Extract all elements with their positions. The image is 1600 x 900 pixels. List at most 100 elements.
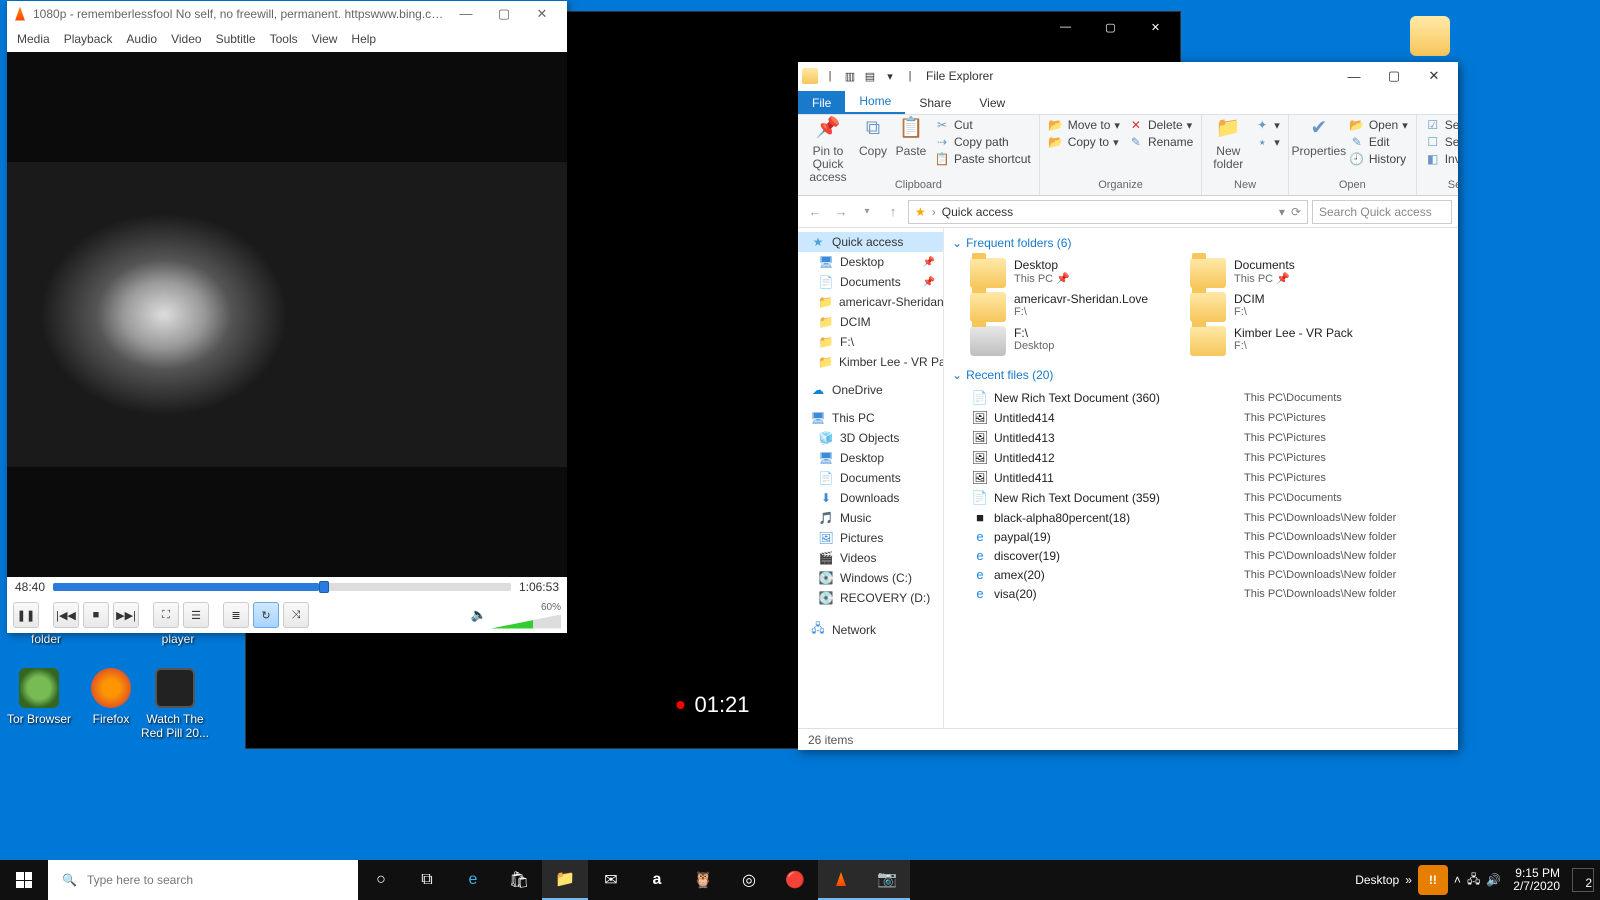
sidebar-item-pictures[interactable]: 🖼Pictures [798, 528, 943, 548]
frequent-folder[interactable]: Kimber Lee - VR PackF:\ [1190, 326, 1400, 356]
minimize-button[interactable]: ― [1043, 12, 1088, 42]
frequent-folder[interactable]: DesktopThis PC 📌 [970, 258, 1180, 288]
refresh-button[interactable]: ⟳ [1291, 205, 1301, 219]
desktop-toolbar-label[interactable]: Desktop [1355, 873, 1399, 887]
recent-file[interactable]: 📄New Rich Text Document (359)This PC\Doc… [966, 488, 1458, 508]
sidebar-item-recoveryd[interactable]: 💽RECOVERY (D:) [798, 588, 943, 608]
sidebar-item-quickaccess[interactable]: ★Quick access [798, 232, 943, 252]
cortana-button[interactable]: ○ [358, 860, 404, 900]
recent-file[interactable]: ■black-alpha80percent(18)This PC\Downloa… [966, 508, 1458, 527]
dropdown-icon[interactable]: ▾ [1279, 205, 1285, 219]
start-button[interactable] [0, 860, 48, 900]
taskbar-app2[interactable]: 🔴 [772, 860, 818, 900]
taskbar-app1[interactable]: ◎ [726, 860, 772, 900]
sidebar-item-network[interactable]: 🖧Network [798, 616, 943, 643]
history-button[interactable]: 🕘History [1347, 151, 1410, 167]
action-center-button[interactable]: 2 [1572, 868, 1594, 892]
sidebar-item-3dobjects[interactable]: 🧊3D Objects [798, 428, 943, 448]
rename-button[interactable]: ✎Rename [1126, 134, 1195, 150]
frequent-folder[interactable]: americavr-Sheridan.LoveF:\ [970, 292, 1180, 322]
open-button[interactable]: 📂Open ▾ [1347, 117, 1410, 133]
cut-button[interactable]: ✂Cut [932, 117, 1033, 133]
sidebar-item-desktop2[interactable]: 🖥Desktop [798, 448, 943, 468]
sidebar-item-americavr[interactable]: 📁americavr-Sheridan. [798, 292, 943, 312]
taskbar-store[interactable]: 🛍 [496, 860, 542, 900]
new-item-button[interactable]: ✦▾ [1252, 117, 1282, 133]
sidebar-item-dcim[interactable]: 📁DCIM [798, 312, 943, 332]
menu-help[interactable]: Help [351, 32, 376, 46]
recent-file[interactable]: 🖼Untitled412This PC\Pictures [966, 448, 1458, 468]
recent-file[interactable]: 📄New Rich Text Document (360)This PC\Doc… [966, 388, 1458, 408]
fe-titlebar[interactable]: | ▥ ▤ ▾ | File Explorer ― ▢ ✕ [798, 62, 1458, 90]
taskbar[interactable]: 🔍Type here to search ○ ⧉ e 🛍 📁 ✉ a 🦉 ◎ 🔴… [0, 860, 1600, 900]
delete-button[interactable]: ✕Delete ▾ [1126, 117, 1195, 133]
forward-button[interactable]: → [830, 201, 852, 223]
fullscreen-button[interactable]: ⛶ [153, 602, 179, 628]
tray-overflow-icon[interactable]: ˄ [1454, 873, 1461, 887]
sidebar-item-documents2[interactable]: 📄Documents [798, 468, 943, 488]
taskbar-amazon[interactable]: a [634, 860, 680, 900]
tray-volume-icon[interactable]: 🔊 [1486, 873, 1501, 887]
recent-file[interactable]: epaypal(19)This PC\Downloads\New folder [966, 527, 1458, 546]
qat-newfolder-icon[interactable]: ▤ [862, 68, 878, 84]
tab-home[interactable]: Home [845, 89, 905, 114]
address-bar[interactable]: ★ › Quick access ▾ ⟳ [908, 200, 1308, 224]
menu-subtitle[interactable]: Subtitle [216, 32, 256, 46]
back-button[interactable]: ← [804, 201, 826, 223]
frequent-folder[interactable]: DocumentsThis PC 📌 [1190, 258, 1400, 288]
system-tray[interactable]: Desktop » !! ˄ 🖧 🔊 9:15 PM 2/7/2020 2 [1349, 865, 1600, 895]
navigation-pane[interactable]: ★Quick access 🖥Desktop📌 📄Documents📌 📁ame… [798, 228, 944, 728]
up-button[interactable]: ↑ [882, 201, 904, 223]
taskbar-camera[interactable]: 📷 [864, 860, 910, 900]
loop-button[interactable]: ↻ [253, 602, 279, 628]
copyto-button[interactable]: 📂Copy to ▾ [1046, 134, 1122, 150]
sidebar-item-music[interactable]: 🎵Music [798, 508, 943, 528]
taskbar-explorer[interactable]: 📁 [542, 860, 588, 900]
maximize-button[interactable]: ▢ [1374, 68, 1414, 84]
sidebar-item-documents[interactable]: 📄Documents📌 [798, 272, 943, 292]
edit-button[interactable]: ✎Edit [1347, 134, 1410, 150]
file-explorer-window[interactable]: | ▥ ▤ ▾ | File Explorer ― ▢ ✕ File Home … [798, 62, 1458, 750]
maximize-button[interactable]: ▢ [1088, 12, 1133, 42]
ext-settings-button[interactable]: ☰ [183, 602, 209, 628]
tray-clock[interactable]: 9:15 PM 2/7/2020 [1507, 867, 1566, 893]
recent-file[interactable]: eamex(20)This PC\Downloads\New folder [966, 565, 1458, 584]
desktop-icon-player[interactable]: player [143, 632, 213, 646]
shuffle-button[interactable]: ⤨ [283, 602, 309, 628]
content-pane[interactable]: ⌄Frequent folders (6) DesktopThis PC 📌 Do… [944, 228, 1458, 728]
recent-dropdown[interactable]: ▾ [856, 201, 878, 223]
recent-file[interactable]: 🖼Untitled413This PC\Pictures [966, 428, 1458, 448]
next-button[interactable]: ▶▶| [113, 602, 139, 628]
copypath-button[interactable]: ⇢Copy path [932, 134, 1033, 150]
frequent-folder[interactable]: F:\Desktop [970, 326, 1180, 356]
menu-video[interactable]: Video [171, 32, 201, 46]
menu-tools[interactable]: Tools [270, 32, 298, 46]
sidebar-item-downloads[interactable]: ⬇Downloads [798, 488, 943, 508]
sidebar-item-onedrive[interactable]: ☁OneDrive [798, 380, 943, 400]
desktop-icon-tor[interactable]: Tor Browser [4, 668, 74, 726]
frequent-folder[interactable]: DCIMF:\ [1190, 292, 1400, 322]
minimize-button[interactable]: ― [447, 6, 485, 21]
properties-button[interactable]: ✔Properties [1295, 117, 1343, 158]
taskview-button[interactable]: ⧉ [404, 860, 450, 900]
frequent-folders-header[interactable]: ⌄Frequent folders (6) [950, 232, 1458, 254]
volume-slider[interactable] [491, 615, 561, 629]
recent-file[interactable]: 🖼Untitled411This PC\Pictures [966, 468, 1458, 488]
pin-quickaccess-button[interactable]: 📌Pin to Quick access [804, 117, 852, 185]
menu-audio[interactable]: Audio [126, 32, 157, 46]
sidebar-item-desktop[interactable]: 🖥Desktop📌 [798, 252, 943, 272]
tab-view[interactable]: View [965, 91, 1019, 114]
speaker-icon[interactable]: 🔈 [471, 607, 487, 623]
recent-files-header[interactable]: ⌄Recent files (20) [950, 364, 1458, 386]
paste-button[interactable]: 📋Paste [894, 117, 928, 158]
vlc-video-area[interactable] [7, 52, 567, 577]
menu-media[interactable]: Media [17, 32, 50, 46]
search-input[interactable]: Search Quick access [1312, 200, 1452, 224]
prev-button[interactable]: |◀◀ [53, 602, 79, 628]
sidebar-item-windowsc[interactable]: 💽Windows (C:) [798, 568, 943, 588]
close-button[interactable]: ✕ [1414, 68, 1454, 84]
tab-share[interactable]: Share [905, 91, 965, 114]
minimize-button[interactable]: ― [1334, 69, 1374, 84]
recent-file[interactable]: ediscover(19)This PC\Downloads\New folde… [966, 546, 1458, 565]
sidebar-item-kimber[interactable]: 📁Kimber Lee - VR Pac [798, 352, 943, 372]
